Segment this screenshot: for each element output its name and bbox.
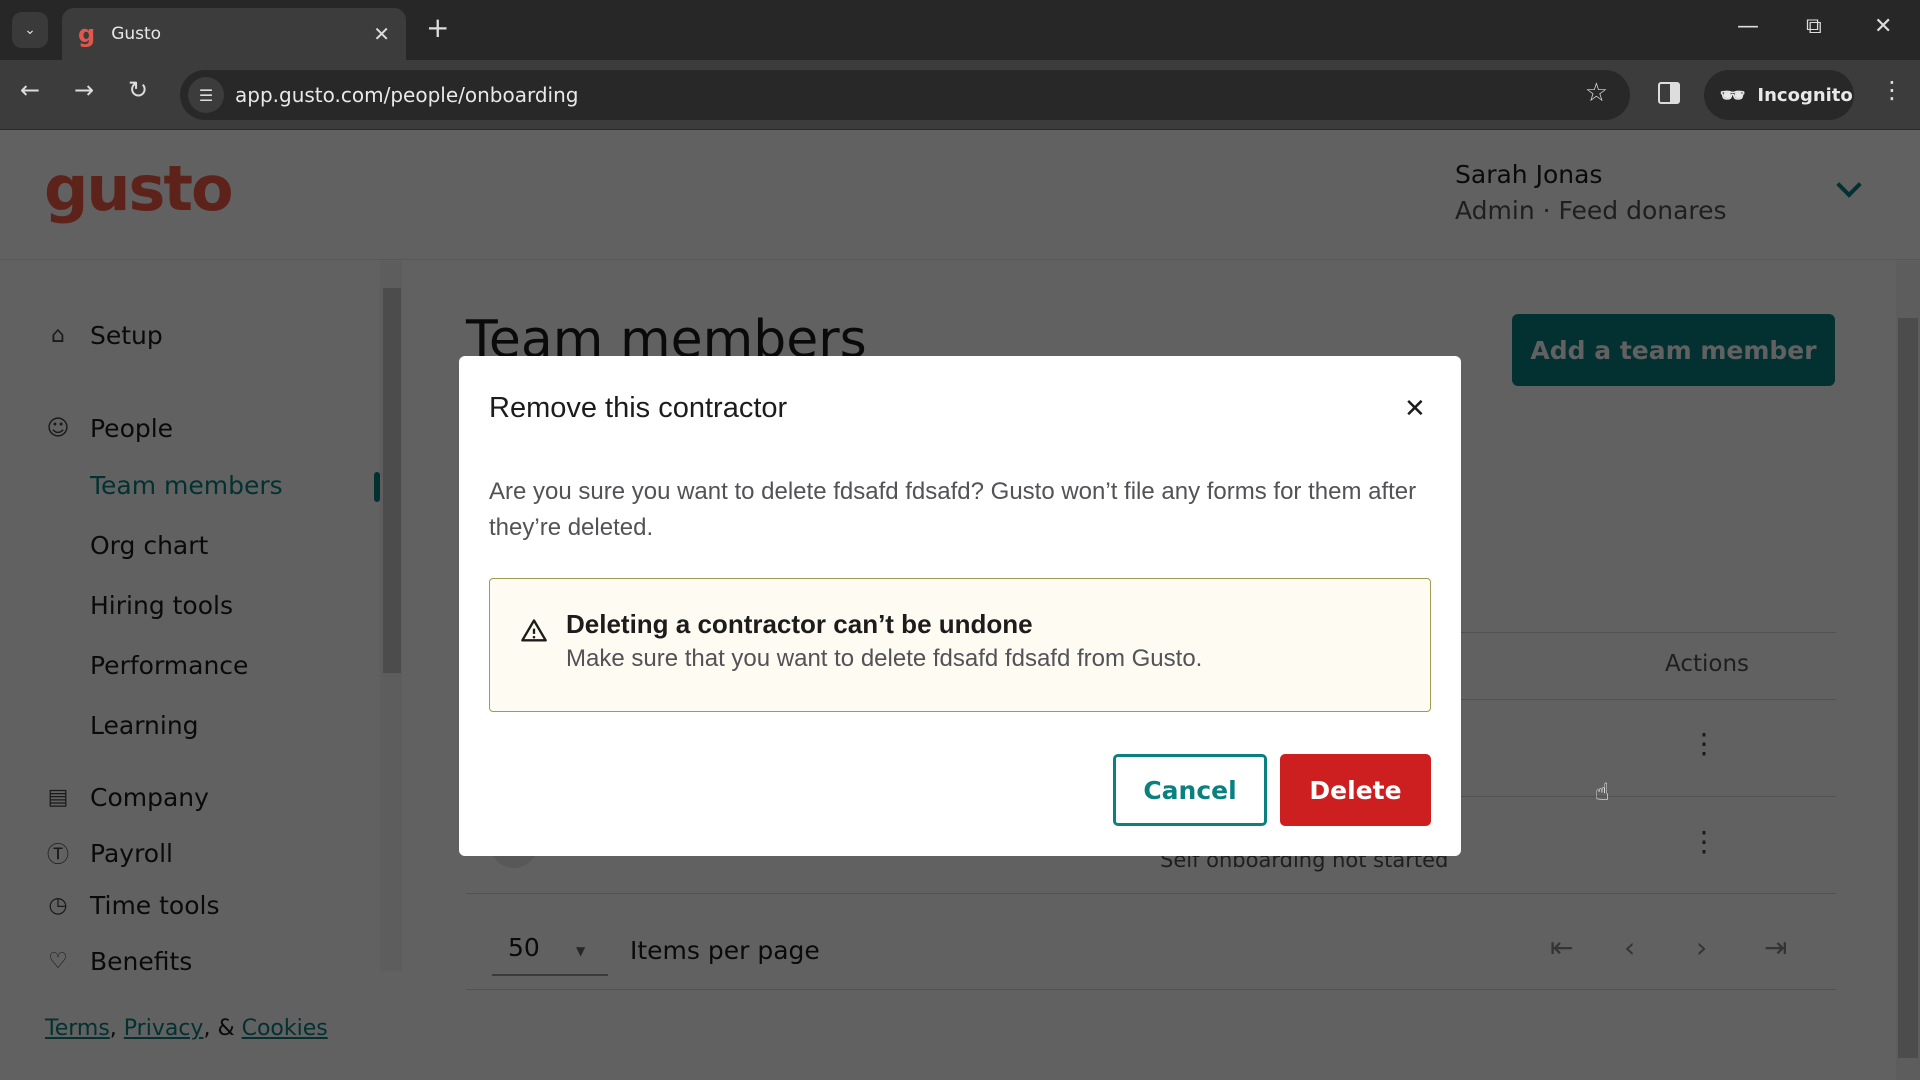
- close-window-icon[interactable]: ✕: [1874, 14, 1892, 39]
- chevron-down-icon: ⌄: [24, 22, 36, 38]
- close-tab-icon[interactable]: ✕: [373, 22, 390, 46]
- tab-search-button[interactable]: ⌄: [12, 12, 48, 48]
- cancel-button[interactable]: Cancel: [1113, 754, 1267, 826]
- site-info-icon[interactable]: ☰: [188, 77, 224, 113]
- delete-button[interactable]: Delete: [1280, 754, 1431, 826]
- bookmark-star-icon[interactable]: ☆: [1585, 80, 1608, 106]
- reload-icon[interactable]: ↻: [128, 78, 148, 102]
- address-bar[interactable]: ☰ app.gusto.com/people/onboarding ☆: [180, 70, 1630, 120]
- incognito-label: Incognito: [1757, 84, 1853, 106]
- dialog-title: Remove this contractor: [489, 392, 788, 424]
- gusto-favicon-icon: g: [78, 20, 96, 48]
- back-icon[interactable]: ←: [20, 78, 40, 102]
- forward-icon[interactable]: →: [74, 78, 94, 102]
- warning-triangle-icon: [521, 619, 547, 642]
- mouse-cursor: ☝: [1595, 778, 1610, 806]
- browser-tab[interactable]: g Gusto ✕: [62, 8, 406, 60]
- alert-body: Make sure that you want to delete fdsafd…: [566, 645, 1203, 672]
- minimize-icon[interactable]: —: [1737, 14, 1759, 39]
- alert-title: Deleting a contractor can’t be undone: [566, 609, 1033, 639]
- warning-alert: Deleting a contractor can’t be undone Ma…: [489, 578, 1431, 712]
- incognito-icon: 🕶: [1720, 83, 1746, 107]
- new-tab-icon[interactable]: +: [426, 14, 449, 42]
- close-icon[interactable]: ✕: [1404, 396, 1426, 422]
- browser-toolbar: ← → ↻ ☰ app.gusto.com/people/onboarding …: [0, 60, 1920, 130]
- browser-tab-bar: ⌄ g Gusto ✕ + — ⧉ ✕: [0, 0, 1920, 60]
- tab-title: Gusto: [111, 24, 162, 44]
- restore-icon[interactable]: ⧉: [1806, 14, 1822, 39]
- browser-menu-icon[interactable]: ⋮: [1880, 78, 1904, 102]
- dialog-body: Are you sure you want to delete fdsafd f…: [489, 478, 1417, 541]
- incognito-badge[interactable]: 🕶 Incognito: [1704, 70, 1854, 120]
- url-text[interactable]: app.gusto.com/people/onboarding: [235, 83, 578, 107]
- side-panel-icon[interactable]: [1658, 82, 1680, 104]
- remove-contractor-dialog: Remove this contractor ✕ Are you sure yo…: [459, 356, 1461, 856]
